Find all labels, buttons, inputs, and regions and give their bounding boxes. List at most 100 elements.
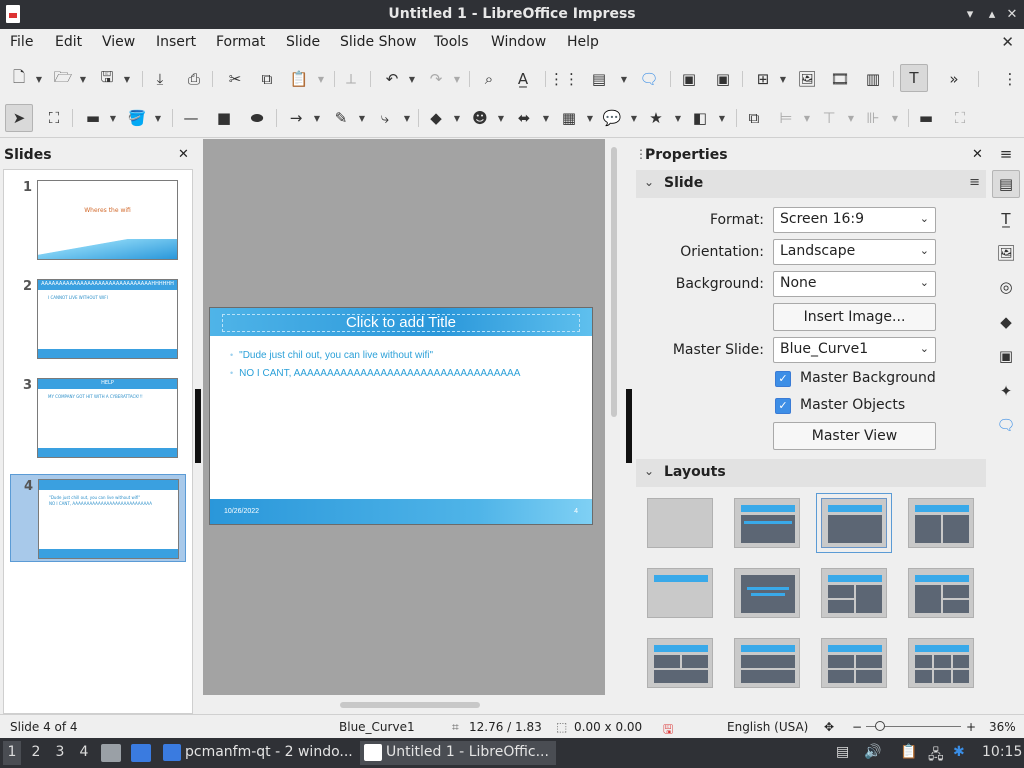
arrange-icon[interactable]: ⊤ — [818, 107, 840, 129]
language-status[interactable]: English (USA) — [727, 720, 808, 734]
grid-icon[interactable]: ⋮⋮ — [549, 68, 579, 90]
bullet-item-1[interactable]: "Dude just chil out, you can live withou… — [230, 350, 433, 361]
lines-arrows-dropdown-icon[interactable]: ▼ — [312, 107, 322, 129]
basic-shapes-dropdown-icon[interactable]: ▼ — [452, 107, 462, 129]
sidebar-menu-icon[interactable]: ≡ — [992, 140, 1020, 168]
menu-window[interactable]: Window — [491, 34, 546, 50]
views-dropdown-icon[interactable]: ▼ — [619, 68, 629, 90]
symbol-shapes-icon[interactable]: ☻ — [469, 107, 491, 129]
properties-tab-icon[interactable]: ▤ — [992, 170, 1020, 198]
format-dropdown[interactable]: Screen 16:9 ⌄ — [773, 207, 936, 233]
table-icon[interactable]: ⊞ — [752, 68, 774, 90]
comment-icon[interactable]: 🗨 — [638, 68, 660, 90]
workspace-1[interactable]: 1 — [3, 741, 21, 765]
shadow-icon[interactable]: ▬ — [915, 107, 937, 129]
chevron-down-icon[interactable]: ⌄ — [644, 175, 654, 189]
slide-thumbnail-2[interactable]: 2 AAAAAAAAAAAAAAAAAAAAAAAAAAAAAAAHHHHHH … — [10, 279, 186, 369]
master-background-label[interactable]: Master Background — [800, 370, 936, 386]
master-view-button[interactable]: Master View — [773, 422, 936, 450]
layout-title-4-content[interactable] — [821, 638, 887, 688]
paste-dropdown-icon[interactable]: ▼ — [316, 68, 326, 90]
slide-date-field[interactable]: 10/26/2022 — [224, 508, 259, 515]
taskbar-item-pcmanfm[interactable]: pcmanfm-qt - 2 windo... — [159, 741, 355, 765]
collapse-handle[interactable] — [195, 389, 201, 463]
animation-tab-icon[interactable]: ✦ — [992, 377, 1020, 405]
insert-image-icon[interactable]: 🖼 — [796, 68, 818, 90]
line-color-dropdown-icon[interactable]: ▼ — [108, 107, 118, 129]
master-background-checkbox[interactable]: ✓ — [775, 371, 791, 387]
master-slides-tab-icon[interactable]: 🗨 — [992, 411, 1020, 439]
curves-dropdown-icon[interactable]: ▼ — [357, 107, 367, 129]
bluetooth-icon[interactable]: ✱ — [953, 744, 965, 760]
arrange-dropdown-icon[interactable]: ▼ — [846, 107, 856, 129]
chevron-down-icon[interactable]: ⌄ — [644, 464, 654, 478]
slide-section-header[interactable]: ⌄ Slide ≡ — [636, 170, 986, 198]
insert-media-icon[interactable]: 🎞 — [829, 68, 851, 90]
menu-file[interactable]: File — [10, 34, 33, 50]
clock[interactable]: 10:15 — [982, 744, 1022, 760]
stars-dropdown-icon[interactable]: ▼ — [673, 107, 683, 129]
more-options-icon[interactable]: ≡ — [969, 175, 980, 190]
menu-slide-show[interactable]: Slide Show — [340, 34, 416, 50]
layout-centered-text[interactable] — [734, 568, 800, 618]
layout-title-slide[interactable] — [734, 498, 800, 548]
select-arrow-icon[interactable]: ➤ — [5, 104, 33, 132]
minimize-button[interactable]: ▾ — [962, 7, 978, 22]
title-placeholder[interactable]: Click to add Title — [222, 314, 580, 332]
curves-icon[interactable]: ✎ — [330, 107, 352, 129]
slides-pane-splitter[interactable] — [194, 139, 202, 714]
zoom-pan-icon[interactable]: ⛶ — [43, 107, 65, 129]
workspace-4[interactable]: 4 — [75, 744, 93, 760]
layout-title-2-content-and-content[interactable] — [821, 568, 887, 618]
layout-title-content[interactable] — [816, 493, 892, 553]
new-dropdown-icon[interactable]: ▼ — [34, 68, 44, 90]
orientation-dropdown[interactable]: Landscape ⌄ — [773, 239, 936, 265]
menu-help[interactable]: Help — [567, 34, 599, 50]
open-dropdown-icon[interactable]: ▼ — [78, 68, 88, 90]
current-slide[interactable]: Click to add Title "Dude just chil out, … — [209, 307, 593, 525]
slide-editing-canvas[interactable]: Click to add Title "Dude just chil out, … — [203, 139, 605, 695]
workspace-2[interactable]: 2 — [27, 744, 45, 760]
spelling-icon[interactable]: A̲ — [512, 68, 534, 90]
shapes-tab-icon[interactable]: ◆ — [992, 308, 1020, 336]
tray-app-icon[interactable]: ▤ — [836, 744, 849, 760]
layout-title-2-content-over-content[interactable] — [647, 638, 713, 688]
flowchart-dropdown-icon[interactable]: ▼ — [585, 107, 595, 129]
ellipse-icon[interactable]: ⬬ — [246, 107, 268, 129]
file-manager-launcher-icon[interactable] — [131, 744, 151, 762]
callouts-icon[interactable]: 💬 — [601, 107, 623, 129]
workspace-3[interactable]: 3 — [51, 744, 69, 760]
align-objects-icon[interactable]: ⊨ — [775, 107, 797, 129]
zoom-level[interactable]: 36% — [989, 720, 1016, 734]
export-pdf-icon[interactable]: ⤓ — [149, 68, 171, 90]
paste-icon[interactable]: 📋 — [288, 68, 310, 90]
master-objects-label[interactable]: Master Objects — [800, 397, 905, 413]
line-color-icon[interactable]: ▬ — [82, 107, 104, 129]
close-window-button[interactable]: ✕ — [1004, 7, 1020, 22]
display-views-icon[interactable]: ▤ — [585, 68, 613, 90]
menu-format[interactable]: Format — [216, 34, 265, 50]
gallery-tab-icon[interactable]: 🖼 — [992, 239, 1020, 267]
maximize-button[interactable]: ▴ — [984, 7, 1000, 22]
slide-number-field[interactable]: 4 — [574, 508, 578, 515]
layouts-section-header[interactable]: ⌄ Layouts — [636, 459, 986, 487]
toolbar-overflow-icon[interactable]: » — [943, 68, 965, 90]
symbol-shapes-dropdown-icon[interactable]: ▼ — [496, 107, 506, 129]
connectors-dropdown-icon[interactable]: ▼ — [402, 107, 412, 129]
volume-icon[interactable]: 🔊 — [864, 744, 881, 760]
slide-sorter-list[interactable]: 1 Wheres the wifi 2 AAAAAAAAAAAAAAAAAAAA… — [3, 169, 193, 714]
vertical-scrollbar[interactable] — [608, 139, 620, 695]
rectangle-icon[interactable]: ■ — [213, 107, 235, 129]
fit-slide-icon[interactable]: ✥ — [824, 720, 834, 734]
3d-objects-dropdown-icon[interactable]: ▼ — [717, 107, 727, 129]
layout-title-content-and-2-content[interactable] — [908, 568, 974, 618]
menu-slide[interactable]: Slide — [286, 34, 320, 50]
menu-view[interactable]: View — [102, 34, 135, 50]
clipboard-icon[interactable]: 📋 — [900, 744, 917, 760]
open-folder-icon[interactable]: 🗁 — [52, 68, 74, 90]
slide-thumbnail-1[interactable]: 1 Wheres the wifi — [10, 180, 186, 270]
scrollbar-thumb[interactable] — [611, 147, 617, 417]
sidebar-splitter[interactable] — [622, 139, 634, 714]
zoom-slider-handle[interactable] — [875, 721, 885, 731]
redo-icon[interactable]: ↷ — [425, 68, 447, 90]
